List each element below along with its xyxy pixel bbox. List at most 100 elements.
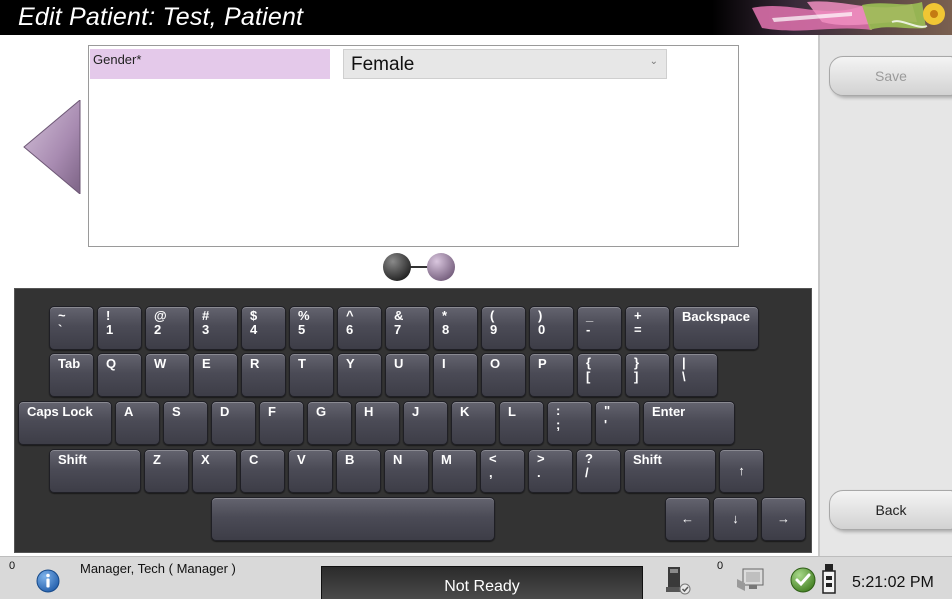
key-shift-label: @ <box>154 308 167 323</box>
key-shift-label: _ <box>586 308 594 323</box>
key-j[interactable]: J <box>403 401 448 445</box>
key-label: 1 <box>106 322 114 337</box>
key-v[interactable]: V <box>288 449 333 493</box>
key-label: L <box>508 404 516 419</box>
page-dot-1[interactable] <box>383 253 411 281</box>
key-label: Y <box>346 356 355 371</box>
key-m[interactable]: M <box>432 449 477 493</box>
key-r[interactable]: R <box>241 353 286 397</box>
info-icon[interactable] <box>36 569 60 593</box>
key-c[interactable]: C <box>240 449 285 493</box>
shift-key[interactable]: Shift <box>624 449 716 493</box>
key-shift-label: + <box>634 308 642 323</box>
key-a[interactable]: A <box>115 401 160 445</box>
backspace-key[interactable]: Backspace <box>673 306 759 350</box>
check-icon[interactable] <box>790 567 816 593</box>
key-label: 8 <box>442 322 450 337</box>
key-9[interactable]: (9 <box>481 306 526 350</box>
chevron-down-icon: ⌄ <box>649 56 658 67</box>
key-93[interactable]: }] <box>625 353 670 397</box>
key-44[interactable]: <, <box>480 449 525 493</box>
key-shift-label: ^ <box>346 308 354 323</box>
key-o[interactable]: O <box>481 353 526 397</box>
previous-page-arrow-icon[interactable] <box>22 100 82 194</box>
key-shift-label: ! <box>106 308 111 323</box>
key-y[interactable]: Y <box>337 353 382 397</box>
key-1[interactable]: ! 1 <box>97 306 142 350</box>
key-label: \ <box>682 369 686 384</box>
usb-icon[interactable] <box>820 563 838 597</box>
current-user: Manager, Tech ( Manager ) <box>80 561 236 576</box>
key-91[interactable]: {[ <box>577 353 622 397</box>
key-label: 7 <box>394 322 402 337</box>
key-5[interactable]: % 5 <box>289 306 334 350</box>
key-0[interactable]: ) 0 <box>529 306 574 350</box>
shift-key[interactable]: Shift <box>49 449 141 493</box>
key-2[interactable]: @2 <box>145 306 190 350</box>
space-key[interactable] <box>211 497 495 541</box>
tab-key[interactable]: Tab <box>49 353 94 397</box>
message-count: 0 <box>9 560 16 572</box>
key-8[interactable]: * 8 <box>433 306 478 350</box>
key-4[interactable]: $4 <box>241 306 286 350</box>
key-shift-label: ) <box>538 308 543 323</box>
key-92[interactable]: | \ <box>673 353 718 397</box>
key-z[interactable]: Z <box>144 449 189 493</box>
key-s[interactable]: S <box>163 401 208 445</box>
enter-key[interactable]: Enter <box>643 401 735 445</box>
key-label: G <box>316 404 327 419</box>
key-shift-label: } <box>634 355 640 370</box>
page-indicator-icon <box>383 253 455 281</box>
key-t[interactable]: T <box>289 353 334 397</box>
save-button[interactable]: Save <box>829 56 952 96</box>
arrow-up-key[interactable]: ↑ <box>719 449 764 493</box>
key-p[interactable]: P <box>529 353 574 397</box>
gender-select[interactable]: Female ⌄ <box>343 49 667 79</box>
key-x[interactable]: X <box>192 449 237 493</box>
back-button[interactable]: Back <box>829 490 952 530</box>
key-e[interactable]: E <box>193 353 238 397</box>
key-label: N <box>393 452 403 467</box>
caps-lock-key[interactable]: Caps Lock <box>18 401 112 445</box>
monitor-icon[interactable] <box>733 565 771 595</box>
key-shift-label: ( <box>490 308 495 323</box>
key-label: E <box>202 356 211 371</box>
key-u[interactable]: U <box>385 353 430 397</box>
key-39[interactable]: " ' <box>595 401 640 445</box>
key-k[interactable]: K <box>451 401 496 445</box>
page-dot-2[interactable] <box>427 253 455 281</box>
key-3[interactable]: #3 <box>193 306 238 350</box>
arrow-left-key[interactable]: ← <box>665 497 710 541</box>
key-label: S <box>172 404 181 419</box>
key-h[interactable]: H <box>355 401 400 445</box>
gender-select-value: Female <box>351 54 415 75</box>
key-b[interactable]: B <box>336 449 381 493</box>
key-shift-label: $ <box>250 308 258 323</box>
key-l[interactable]: L <box>499 401 544 445</box>
key-f[interactable]: F <box>259 401 304 445</box>
key-label: T <box>298 356 306 371</box>
key-g[interactable]: G <box>307 401 352 445</box>
key-47[interactable]: ? / <box>576 449 621 493</box>
key-45[interactable]: _ - <box>577 306 622 350</box>
key-shift-label: { <box>586 355 592 370</box>
key-label: 2 <box>154 322 162 337</box>
key-61[interactable]: + = <box>625 306 670 350</box>
key-d[interactable]: D <box>211 401 256 445</box>
key-label: I <box>442 356 446 371</box>
key-w[interactable]: W <box>145 353 190 397</box>
key-n[interactable]: N <box>384 449 429 493</box>
key-59[interactable]: :; <box>547 401 592 445</box>
key-i[interactable]: I <box>433 353 478 397</box>
arrow-down-key[interactable]: ↓ <box>713 497 758 541</box>
key-label: ; <box>556 417 561 432</box>
clock: 5:21:02 PM <box>852 574 934 591</box>
key-7[interactable]: & 7 <box>385 306 430 350</box>
key-96[interactable]: ~ ` <box>49 306 94 350</box>
arrow-right-key[interactable]: → <box>761 497 806 541</box>
key-q[interactable]: Q <box>97 353 142 397</box>
key-46[interactable]: >. <box>528 449 573 493</box>
printer-icon[interactable] <box>662 565 692 595</box>
key-label: , <box>489 465 493 480</box>
key-6[interactable]: ^ 6 <box>337 306 382 350</box>
